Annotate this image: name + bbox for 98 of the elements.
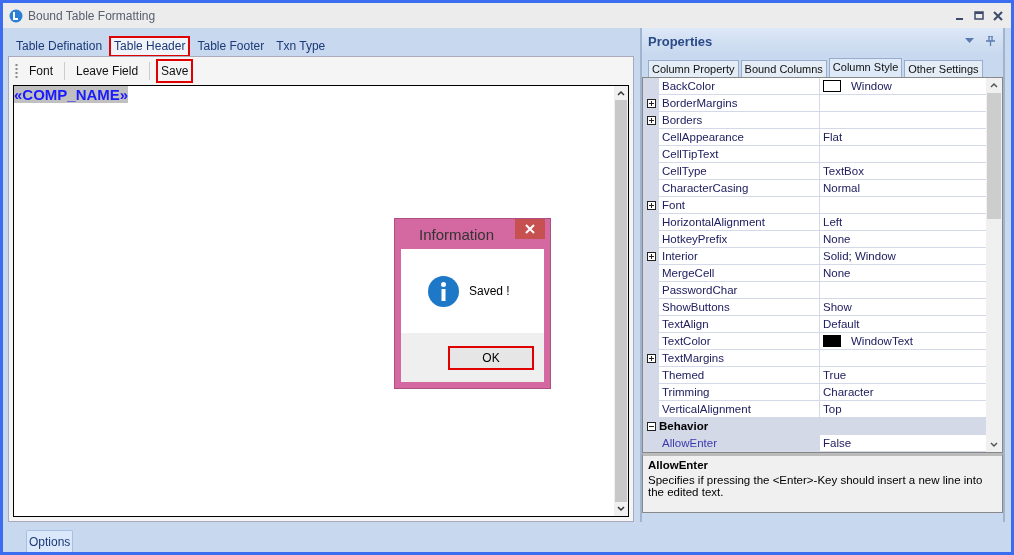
property-value[interactable]: False xyxy=(823,437,852,449)
description-text: Specifies if pressing the <Enter>-Key should insert a new line into the edited text. xyxy=(648,474,984,498)
property-name[interactable]: Trimming xyxy=(659,384,820,400)
property-name[interactable]: Font xyxy=(659,197,820,213)
property-name[interactable]: HotkeyPrefix xyxy=(659,231,820,247)
pin-icon[interactable] xyxy=(986,36,995,46)
value-cell[interactable]: TextBox xyxy=(820,163,986,179)
property-name[interactable]: PasswordChar xyxy=(659,282,820,298)
value-cell[interactable]: Default xyxy=(820,316,986,332)
merge-field: «COMP_NAME» xyxy=(14,86,129,103)
property-value[interactable]: None xyxy=(823,267,851,279)
value-cell[interactable] xyxy=(820,197,986,213)
panel-title: Properties xyxy=(648,33,713,49)
value-cell[interactable]: None xyxy=(820,265,986,281)
collapse-icon[interactable] xyxy=(646,421,656,431)
property-name[interactable]: VerticalAlignment xyxy=(659,401,820,417)
property-value[interactable]: Window xyxy=(851,80,892,92)
property-name[interactable]: HorizontalAlignment xyxy=(659,214,820,230)
property-value[interactable]: Normal xyxy=(823,182,861,194)
property-name[interactable]: BackColor xyxy=(659,78,820,94)
property-value[interactable]: WindowText xyxy=(851,335,913,347)
value-cell[interactable] xyxy=(820,282,986,298)
category-header[interactable]: Behavior xyxy=(659,418,709,434)
tab[interactable]: Options xyxy=(26,530,74,552)
property-name[interactable]: TextMargins xyxy=(659,350,820,366)
property-name[interactable]: Borders xyxy=(659,112,820,128)
property-name[interactable]: Interior xyxy=(659,248,820,264)
expand-icon[interactable] xyxy=(646,98,656,108)
dialog-title: Information xyxy=(419,225,495,243)
property-value[interactable]: Show xyxy=(823,301,852,313)
value-cell[interactable]: Left xyxy=(820,214,986,230)
property-value[interactable]: None xyxy=(823,233,851,245)
value-cell[interactable]: None xyxy=(820,231,986,247)
toolbar-button[interactable]: Leave Field xyxy=(73,61,142,81)
property-name[interactable]: Themed xyxy=(659,367,820,383)
toolbar-button[interactable]: Save xyxy=(158,61,192,81)
dialog-message: Saved ! xyxy=(469,284,510,298)
tab[interactable]: Table Footer xyxy=(193,37,269,56)
property-name[interactable]: BorderMargins xyxy=(659,95,820,111)
dropdown-icon[interactable] xyxy=(965,38,974,44)
value-cell[interactable] xyxy=(820,350,986,366)
property-value[interactable]: Solid; Window xyxy=(823,250,896,262)
expand-icon[interactable] xyxy=(646,200,656,210)
property-name[interactable]: CellType xyxy=(659,163,820,179)
app-logo-icon xyxy=(9,8,23,23)
value-cell[interactable] xyxy=(820,112,986,128)
scroll-down-icon[interactable] xyxy=(989,441,999,449)
tab[interactable]: Table Defination xyxy=(12,37,107,56)
close-button[interactable] xyxy=(515,219,545,239)
property-value[interactable]: Character xyxy=(823,386,874,398)
property-name[interactable]: TextColor xyxy=(659,333,820,349)
property-name[interactable]: CellAppearance xyxy=(659,129,820,145)
close-icon xyxy=(525,224,535,234)
tab[interactable]: Column Property xyxy=(648,60,739,77)
window-title: Bound Table Formatting xyxy=(28,8,156,23)
property-name[interactable]: CharacterCasing xyxy=(659,180,820,196)
expand-icon[interactable] xyxy=(646,251,656,261)
property-name[interactable]: ShowButtons xyxy=(659,299,820,315)
property-name[interactable]: MergeCell xyxy=(659,265,820,281)
value-cell[interactable]: Top xyxy=(820,401,986,417)
property-value[interactable]: Left xyxy=(823,216,843,228)
value-cell[interactable]: Show xyxy=(820,299,986,315)
value-cell[interactable] xyxy=(820,146,986,162)
property-name[interactable]: TextAlign xyxy=(659,316,820,332)
value-cell[interactable]: Normal xyxy=(820,180,986,196)
ok-button[interactable]: OK xyxy=(448,345,534,370)
property-value[interactable]: Top xyxy=(823,403,842,415)
scrollbar-thumb[interactable] xyxy=(987,93,1001,219)
toolbar-button[interactable]: Font xyxy=(26,61,56,81)
property-value[interactable]: True xyxy=(823,369,847,381)
value-cell[interactable]: True xyxy=(820,367,986,383)
value-cell[interactable]: WindowText xyxy=(820,333,986,349)
property-value[interactable]: Default xyxy=(823,318,860,330)
property-value[interactable]: TextBox xyxy=(823,165,864,177)
expand-icon[interactable] xyxy=(646,353,656,363)
description-title: AllowEnter xyxy=(648,459,710,471)
tab[interactable]: Bound Columns xyxy=(740,60,827,77)
value-cell[interactable]: Character xyxy=(820,384,986,400)
value-cell[interactable] xyxy=(820,95,986,111)
expand-icon[interactable] xyxy=(646,115,656,125)
tab[interactable]: Table Header xyxy=(110,37,190,56)
close-icon[interactable] xyxy=(993,10,1003,21)
info-icon xyxy=(428,275,459,307)
value-cell[interactable]: False xyxy=(820,435,986,451)
scroll-up-icon[interactable] xyxy=(989,81,999,89)
scroll-down-icon[interactable] xyxy=(616,505,626,513)
tab[interactable]: Txn Type xyxy=(272,37,330,56)
tab[interactable]: Other Settings xyxy=(904,60,983,77)
value-cell[interactable]: Solid; Window xyxy=(820,248,986,264)
maximize-icon[interactable] xyxy=(974,10,984,21)
scrollbar-thumb[interactable] xyxy=(615,100,627,502)
value-cell[interactable]: Flat xyxy=(820,129,986,145)
property-name[interactable]: CellTipText xyxy=(659,146,820,162)
grip-icon xyxy=(15,63,18,79)
scroll-up-icon[interactable] xyxy=(616,89,626,97)
tab[interactable]: Column Style xyxy=(828,58,903,77)
property-value[interactable]: Flat xyxy=(823,131,843,143)
value-cell[interactable]: Window xyxy=(820,78,986,94)
